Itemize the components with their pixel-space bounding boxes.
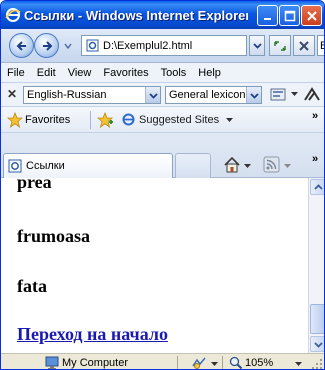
new-tab-button[interactable] xyxy=(175,153,211,178)
chevron-down-icon[interactable] xyxy=(291,92,298,97)
menu-favorites[interactable]: Favorites xyxy=(97,67,154,79)
favorites-more-chevron[interactable]: » xyxy=(312,110,318,122)
page-icon xyxy=(86,39,99,52)
chevron-down-icon[interactable] xyxy=(284,164,291,169)
status-divider xyxy=(222,356,223,369)
menu-file[interactable]: File xyxy=(1,67,31,79)
chevron-down-icon xyxy=(252,43,262,49)
ie-page-icon xyxy=(8,159,22,173)
stop-button[interactable] xyxy=(293,35,315,56)
title-bar[interactable]: Ссылки - Windows Internet Explorer xyxy=(1,1,324,29)
chevron-down-icon[interactable] xyxy=(244,164,251,169)
favorites-bar: Favorites Suggested Sites » xyxy=(1,107,324,133)
address-toolbar: D:\Exemplul2.html B xyxy=(1,29,324,63)
chevron-down-icon[interactable] xyxy=(226,118,233,123)
computer-icon xyxy=(45,356,59,369)
suggested-sites-link[interactable]: Suggested Sites xyxy=(139,114,219,126)
language-select-value: English-Russian xyxy=(27,89,107,101)
window-title: Ссылки - Windows Internet Explorer xyxy=(24,7,248,23)
tab-label: Ссылки xyxy=(26,160,65,172)
minimize-button[interactable] xyxy=(257,5,278,26)
address-dropdown-button[interactable] xyxy=(249,35,265,56)
address-input[interactable]: D:\Exemplul2.html xyxy=(81,35,247,56)
maximize-icon xyxy=(284,10,295,21)
content-word: frumoasa xyxy=(17,226,90,246)
home-icon[interactable] xyxy=(223,156,241,174)
chevron-down-icon xyxy=(246,87,261,103)
chevron-down-icon xyxy=(145,87,160,103)
close-icon xyxy=(306,10,317,21)
content-word: prea xyxy=(17,178,52,192)
stop-icon xyxy=(299,40,309,51)
status-divider xyxy=(177,356,178,369)
toolbar-more-chevron[interactable]: » xyxy=(312,153,318,165)
search-box-text: B xyxy=(320,40,324,52)
dictionary-icon[interactable] xyxy=(303,86,321,104)
translate-icon[interactable] xyxy=(269,87,289,103)
tab-bar: Ссылки » xyxy=(1,133,324,178)
scroll-up-button[interactable] xyxy=(310,179,324,195)
vertical-scrollbar[interactable] xyxy=(308,178,324,353)
browser-window: Ссылки - Windows Internet Explorer D:\Ex… xyxy=(0,0,325,370)
forward-button[interactable] xyxy=(34,33,59,58)
chevron-up-icon xyxy=(313,183,323,190)
menu-tools[interactable]: Tools xyxy=(155,67,193,79)
zoom-icon[interactable] xyxy=(229,356,243,370)
chevron-down-icon xyxy=(313,341,323,348)
chevron-down-icon[interactable] xyxy=(211,362,218,367)
maximize-button[interactable] xyxy=(279,5,300,26)
translate-toolbar: ✕ English-Russian General lexicon xyxy=(1,83,324,107)
language-select[interactable]: English-Russian xyxy=(23,86,161,104)
ie-logo-icon xyxy=(5,8,21,22)
back-to-top-link[interactable]: Переход на начало xyxy=(17,324,168,345)
minimize-icon xyxy=(263,17,271,20)
menu-help[interactable]: Help xyxy=(192,67,227,79)
dictionary-select-value: General lexicon xyxy=(169,89,246,101)
page-content: prea frumoasa fata Переход на начало xyxy=(1,178,308,353)
history-dropdown-icon[interactable] xyxy=(63,41,73,51)
ie-logo-icon xyxy=(122,113,135,126)
chevron-down-icon[interactable] xyxy=(295,362,302,367)
tab-current[interactable]: Ссылки xyxy=(3,153,173,178)
address-url: D:\Exemplul2.html xyxy=(103,39,193,52)
protected-mode-icon[interactable] xyxy=(191,356,207,370)
security-zone-label: My Computer xyxy=(62,357,129,369)
content-word: fata xyxy=(17,276,47,296)
scroll-thumb[interactable] xyxy=(310,304,324,334)
favorites-button[interactable]: Favorites xyxy=(25,114,70,126)
refresh-button[interactable] xyxy=(269,35,291,56)
status-bar: My Computer 105% xyxy=(1,353,324,370)
close-icon[interactable]: ✕ xyxy=(7,88,19,100)
menu-edit[interactable]: Edit xyxy=(31,67,62,79)
resize-grip-icon[interactable] xyxy=(311,358,323,370)
add-favorite-icon[interactable] xyxy=(97,112,114,128)
menu-bar: File Edit View Favorites Tools Help xyxy=(1,63,324,83)
back-button[interactable] xyxy=(9,33,34,58)
rss-icon[interactable] xyxy=(263,156,280,173)
star-icon[interactable] xyxy=(7,112,23,128)
toolbar-divider xyxy=(90,111,91,129)
forward-arrow-icon xyxy=(42,40,52,51)
scroll-down-button[interactable] xyxy=(310,336,324,352)
menu-view[interactable]: View xyxy=(62,67,98,79)
back-arrow-icon xyxy=(16,40,26,51)
zoom-level[interactable]: 105% xyxy=(245,357,273,369)
close-button[interactable] xyxy=(301,5,322,26)
refresh-icon xyxy=(274,40,286,51)
dictionary-select[interactable]: General lexicon xyxy=(165,86,262,104)
search-box[interactable]: B xyxy=(317,35,324,56)
